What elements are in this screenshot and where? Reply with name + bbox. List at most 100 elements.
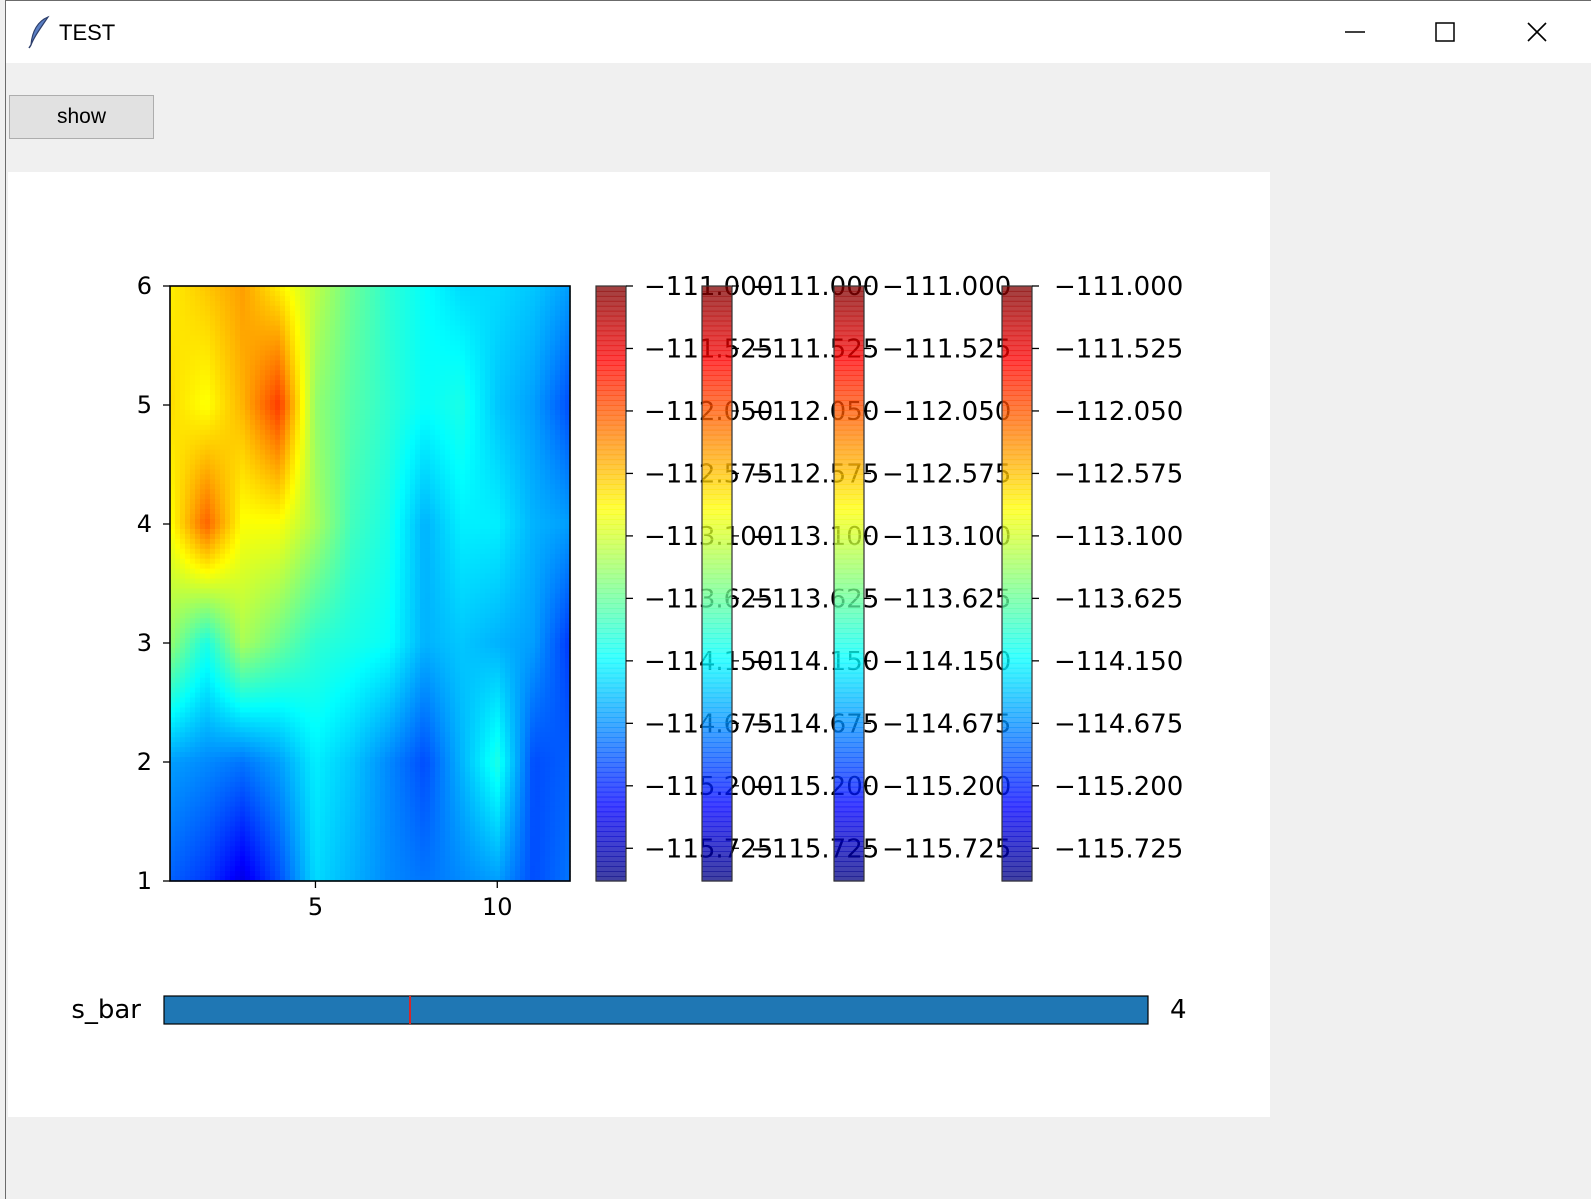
heatmap-cell	[330, 449, 336, 456]
heatmap-cell	[470, 449, 476, 456]
heatmap-cell	[435, 553, 441, 560]
heatmap-cell	[220, 355, 226, 361]
heatmap-cell	[460, 494, 466, 500]
heatmap-cell	[265, 350, 271, 357]
heatmap-cell	[525, 390, 531, 396]
heatmap-cell	[335, 429, 341, 436]
heatmap-cell	[315, 504, 321, 510]
heatmap-cell	[405, 548, 411, 555]
heatmap-cell	[245, 385, 251, 391]
heatmap-cell	[390, 568, 396, 575]
heatmap-cell	[475, 583, 481, 590]
heatmap-cell	[475, 290, 481, 297]
heatmap-cell	[180, 305, 186, 312]
heatmap-cell	[225, 400, 231, 406]
heatmap-cell	[450, 553, 456, 560]
heatmap-cell	[290, 345, 296, 352]
heatmap-cell	[220, 330, 226, 337]
heatmap-cell	[255, 360, 261, 366]
heatmap-cell	[190, 325, 196, 332]
heatmap-cell	[395, 563, 401, 570]
heatmap-cell	[180, 439, 186, 446]
title-bar[interactable]: TEST	[6, 1, 1591, 63]
heatmap-cell	[380, 295, 386, 302]
heatmap-cell	[470, 578, 476, 585]
heatmap-cell	[195, 573, 201, 580]
heatmap-cell	[325, 449, 331, 456]
heatmap-cell	[325, 295, 331, 302]
heatmap-cell	[530, 439, 536, 446]
show-button[interactable]: show	[9, 95, 154, 139]
heatmap-cell	[175, 400, 181, 406]
heatmap-cell	[560, 310, 566, 317]
heatmap-cell	[360, 350, 366, 357]
heatmap-cell	[395, 484, 401, 490]
heatmap-cell	[450, 390, 456, 396]
heatmap-cell	[275, 390, 281, 396]
minimize-button[interactable]	[1309, 1, 1401, 63]
heatmap-cell	[440, 370, 446, 376]
heatmap-cell	[345, 424, 351, 431]
heatmap-cell	[365, 286, 371, 292]
heatmap-cell	[210, 355, 216, 361]
heatmap-cell	[515, 509, 521, 515]
heatmap-cell	[560, 305, 566, 312]
heatmap-cell	[420, 434, 426, 441]
heatmap-cell	[555, 449, 561, 456]
heatmap-cell	[365, 474, 371, 480]
heatmap-cell	[440, 355, 446, 361]
heatmap-cell	[235, 528, 241, 535]
heatmap-cell	[365, 335, 371, 342]
heatmap-cell	[170, 454, 176, 461]
heatmap-cell	[315, 395, 321, 401]
heatmap-cell	[195, 300, 201, 307]
heatmap-cell	[255, 548, 261, 555]
heatmap-cell	[375, 390, 381, 396]
heatmap-cell	[530, 563, 536, 570]
heatmap-cell	[355, 295, 361, 302]
heatmap-cell	[495, 519, 501, 525]
heatmap-cell	[420, 345, 426, 352]
close-button[interactable]	[1491, 1, 1583, 63]
heatmap-cell	[505, 454, 511, 461]
maximize-button[interactable]	[1399, 1, 1491, 63]
heatmap-cell	[315, 573, 321, 580]
heatmap-cell	[300, 553, 306, 560]
heatmap-cell	[290, 419, 296, 426]
heatmap-cell	[435, 474, 441, 480]
heatmap-cell	[435, 419, 441, 426]
heatmap-cell	[320, 395, 326, 401]
heatmap-cell	[220, 320, 226, 327]
heatmap-cell	[225, 300, 231, 307]
heatmap-cell	[530, 409, 536, 416]
heatmap-cell	[390, 375, 396, 381]
heatmap-cell	[530, 305, 536, 312]
heatmap-cell	[435, 429, 441, 436]
heatmap-cell	[395, 325, 401, 332]
heatmap-cell	[345, 345, 351, 352]
heatmap-cell	[225, 429, 231, 436]
heatmap-cell	[410, 414, 416, 421]
heatmap-cell	[545, 509, 551, 515]
heatmap-cell	[455, 350, 461, 357]
heatmap-cell	[525, 370, 531, 376]
heatmap-cell	[265, 360, 271, 366]
heatmap-cell	[195, 563, 201, 570]
heatmap-cell	[260, 583, 266, 590]
heatmap-cell	[275, 454, 281, 461]
heatmap-cell	[465, 370, 471, 376]
heatmap-cell	[520, 533, 526, 540]
heatmap-cell	[210, 514, 216, 520]
heatmap-cell	[480, 558, 486, 565]
heatmap-cell	[560, 320, 566, 327]
heatmap-cell	[255, 474, 261, 480]
heatmap-cell	[445, 509, 451, 515]
heatmap-cell	[215, 375, 221, 381]
heatmap-cell	[550, 568, 556, 575]
heatmap-cell	[350, 340, 356, 347]
heatmap-cell	[505, 524, 511, 530]
heatmap-cell	[215, 533, 221, 540]
heatmap-cell	[235, 588, 241, 595]
heatmap-cell	[300, 484, 306, 490]
heatmap-cell	[400, 290, 406, 297]
